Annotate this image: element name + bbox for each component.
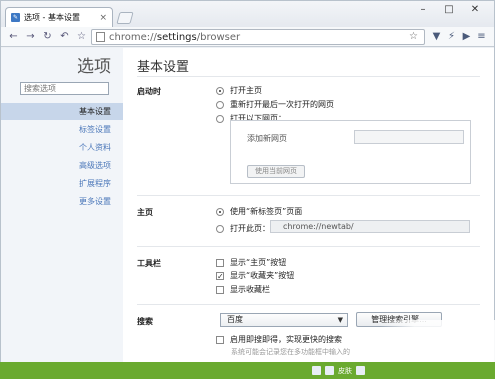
forward-icon[interactable]: → — [22, 29, 39, 45]
checkbox-icon — [216, 285, 224, 294]
menu-icon[interactable]: ≡ — [474, 29, 489, 45]
instant-search-description: 系统可能会记录您在多功能框中输入的 — [231, 348, 350, 356]
tab-settings[interactable]: ✎ 选项 - 基本设置 × — [5, 7, 113, 27]
add-page-label: 添加新网页 — [247, 134, 287, 143]
blur-overlay — [380, 320, 495, 365]
home-open-page-radio[interactable]: 打开此页： — [216, 223, 270, 234]
startup-pages-list: 添加新网页 使用当前网页 — [230, 120, 471, 184]
omnibox-star-icon[interactable]: ☆ — [409, 30, 418, 44]
search-engine-select[interactable]: 百度 ▼ — [220, 313, 348, 327]
skin-label[interactable]: 皮肤 — [338, 366, 352, 376]
toolbar-section-label: 工具栏 — [137, 259, 161, 268]
divider — [137, 76, 480, 77]
radio-selected-icon — [216, 207, 224, 216]
back-icon[interactable]: ← — [5, 29, 22, 45]
divider — [137, 195, 480, 196]
radio-icon — [216, 114, 224, 123]
page-title: 基本设置 — [137, 60, 190, 75]
search-input[interactable] — [20, 82, 109, 95]
sidebar-item-basic[interactable]: 基本设置 — [1, 103, 123, 120]
maximize-button[interactable]: □ — [436, 1, 462, 19]
checkbox-checked-icon: ✓ — [216, 271, 224, 281]
reload-icon[interactable]: ↻ — [39, 29, 56, 45]
home-label: 主页 — [137, 208, 153, 217]
startup-label: 启动时 — [137, 87, 161, 96]
divider — [137, 304, 480, 305]
sidebar-item-extensions[interactable]: 扩展程序 — [1, 175, 123, 192]
chevron-down-icon: ▼ — [337, 316, 343, 324]
address-url: chrome://settings/browser — [109, 31, 241, 43]
skin-icon[interactable] — [325, 366, 334, 375]
system-tray: 皮肤 — [312, 362, 365, 379]
close-window-button[interactable]: ✕ — [462, 1, 488, 19]
show-home-button-checkbox[interactable]: 显示“主页”按钮 — [216, 257, 286, 268]
page-icon — [96, 32, 105, 42]
home-url-field[interactable]: chrome://newtab/ — [270, 220, 470, 233]
show-bookmarks-bar-checkbox[interactable]: 显示收藏栏 — [216, 284, 270, 295]
sidebar-item-tabs[interactable]: 标签设置 — [1, 121, 123, 138]
startup-restore-radio[interactable]: 重新打开最后一次打开的网页 — [216, 99, 334, 110]
use-current-pages-button[interactable]: 使用当前网页 — [247, 165, 305, 178]
toolbar-right-icons: ▼ ⚡ ▶ ≡ — [429, 29, 489, 45]
tab-strip: ✎ 选项 - 基本设置 × – □ ✕ — [1, 1, 494, 27]
tray-icon[interactable] — [356, 366, 365, 375]
tab-title: 选项 - 基本设置 — [24, 13, 80, 22]
play-icon[interactable]: ▶ — [459, 29, 474, 45]
taskbar: 皮肤 — [0, 362, 495, 379]
undo-icon[interactable]: ↶ — [56, 29, 73, 45]
bolt-icon[interactable]: ⚡ — [444, 29, 459, 45]
search-label: 搜索 — [137, 317, 153, 326]
new-tab-button[interactable] — [116, 12, 134, 24]
radio-selected-icon — [216, 86, 224, 95]
address-bar[interactable]: chrome://settings/browser ☆ — [91, 29, 425, 45]
checkbox-icon — [216, 258, 224, 267]
settings-favicon-icon: ✎ — [11, 13, 20, 22]
tray-dropdown-icon[interactable] — [312, 366, 321, 375]
instant-search-checkbox[interactable]: 启用即搜即得，实现更快的搜索 — [216, 334, 342, 345]
settings-page: 选项 基本设置 标签设置 个人资料 高级选项 扩展程序 更多设置 基本设置 启动… — [1, 48, 494, 362]
window-controls: – □ ✕ — [410, 1, 488, 19]
sidebar-heading: 选项 — [77, 57, 111, 77]
browser-window: ✎ 选项 - 基本设置 × – □ ✕ ← → ↻ ↶ ☆ chrome://s… — [0, 0, 495, 362]
sidebar-item-more[interactable]: 更多设置 — [1, 193, 123, 210]
startup-open-home-radio[interactable]: 打开主页 — [216, 85, 262, 96]
radio-icon — [216, 224, 224, 233]
settings-sidebar: 选项 基本设置 标签设置 个人资料 高级选项 扩展程序 更多设置 — [1, 48, 123, 362]
divider — [137, 246, 480, 247]
tab-close-icon[interactable]: × — [99, 13, 107, 23]
browser-toolbar: ← → ↻ ↶ ☆ chrome://settings/browser ☆ ▼ … — [1, 27, 494, 47]
home-newtab-radio[interactable]: 使用“新标签页”页面 — [216, 206, 302, 217]
settings-content: 基本设置 启动时 打开主页 重新打开最后一次打开的网页 打开以下网页： 添加新网… — [123, 48, 494, 362]
add-page-field[interactable] — [354, 130, 464, 144]
minimize-button[interactable]: – — [410, 1, 436, 19]
radio-icon — [216, 100, 224, 109]
sidebar-item-advanced[interactable]: 高级选项 — [1, 157, 123, 174]
show-bookmarks-button-checkbox[interactable]: ✓ 显示“收藏夹”按钮 — [216, 270, 294, 281]
checkbox-icon — [216, 335, 224, 344]
dropdown-icon[interactable]: ▼ — [429, 29, 444, 45]
sidebar-item-profile[interactable]: 个人资料 — [1, 139, 123, 156]
bookmark-star-icon[interactable]: ☆ — [73, 29, 90, 45]
